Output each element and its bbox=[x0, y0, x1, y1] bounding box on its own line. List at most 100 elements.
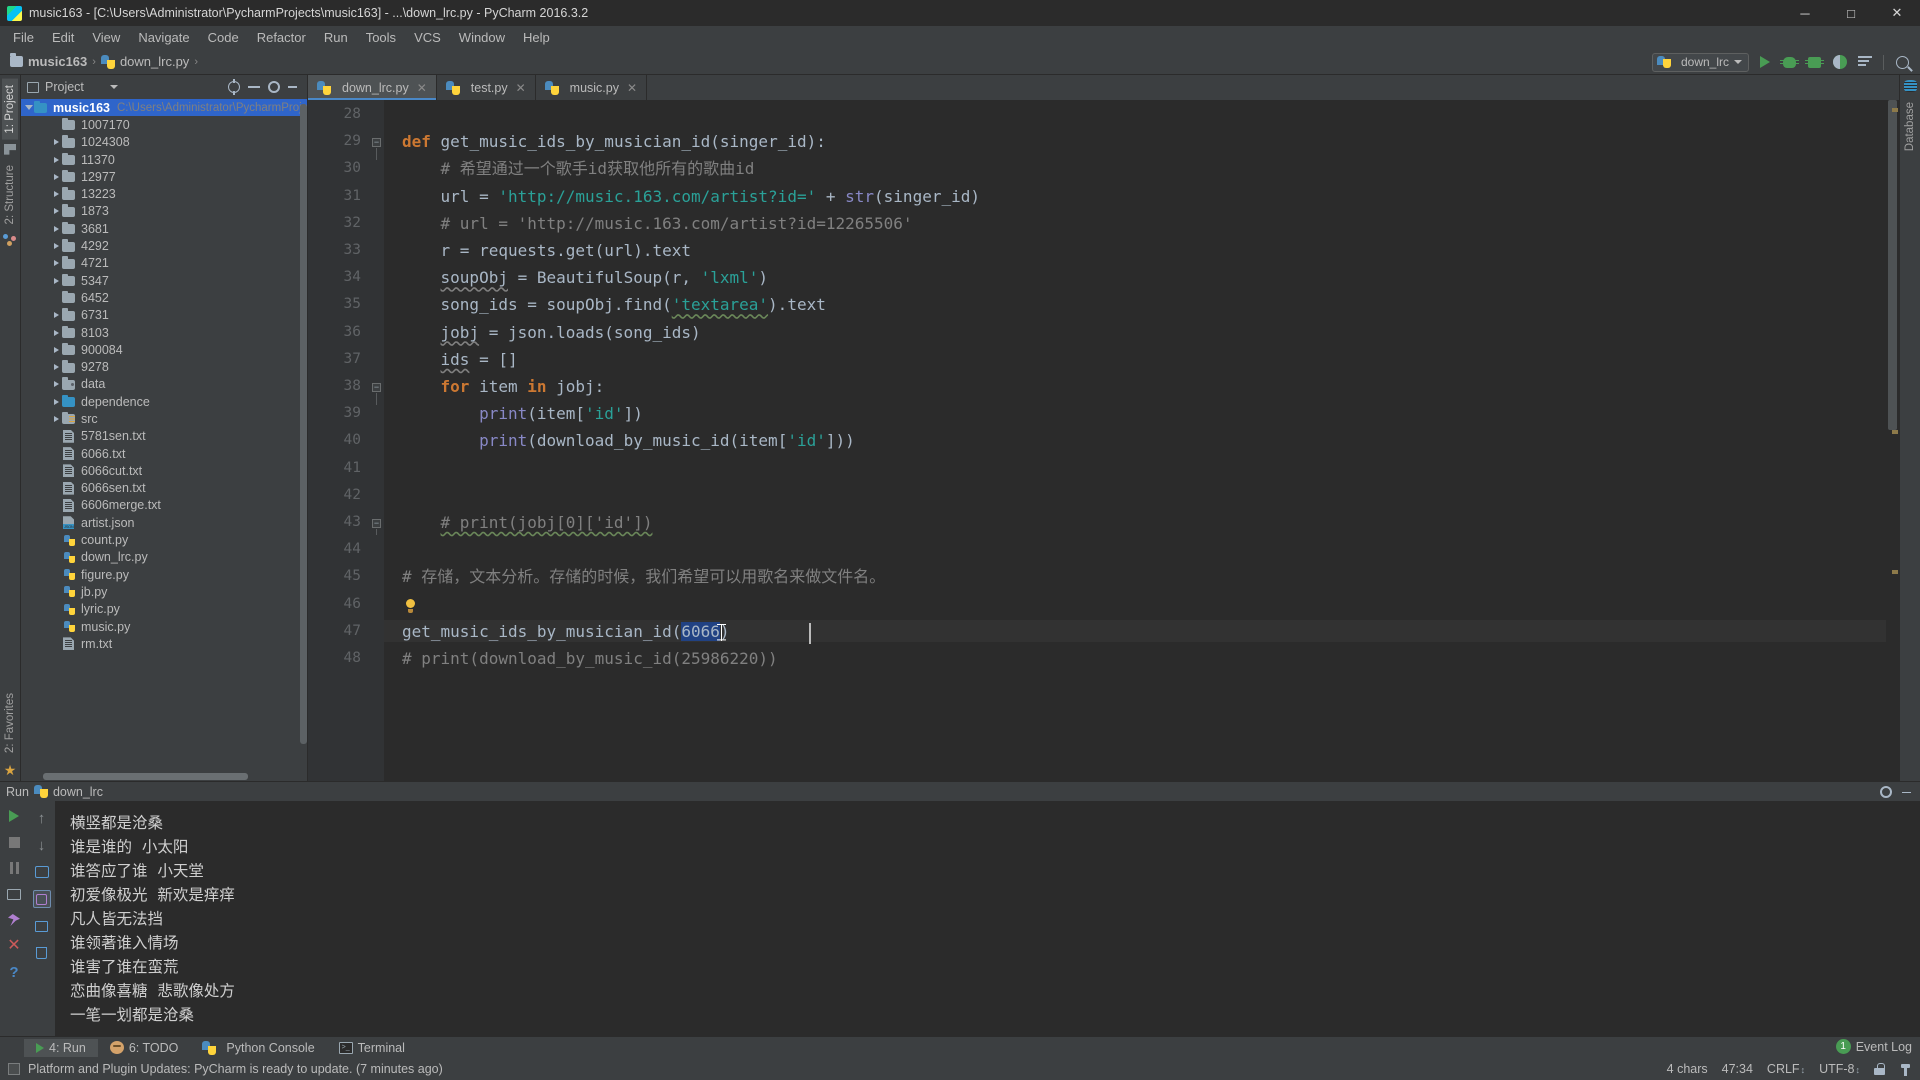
print-button[interactable] bbox=[5, 885, 23, 903]
tree-item-jb-py[interactable]: jb.py bbox=[21, 583, 307, 600]
bottom-tab-run[interactable]: 4: Run bbox=[24, 1038, 98, 1057]
sidebar-item-structure[interactable]: 2: Structure bbox=[2, 159, 18, 230]
sidebar-item-project[interactable]: 1: Project bbox=[2, 79, 18, 140]
collapse-all-icon[interactable] bbox=[248, 81, 260, 93]
code-line-34[interactable]: soupObj = BeautifulSoup(r, 'lxml') bbox=[402, 269, 769, 287]
expand-arrow-icon[interactable] bbox=[51, 173, 62, 180]
project-tree-vertical-scrollbar[interactable] bbox=[300, 104, 307, 744]
tab-test-py[interactable]: test.py ✕ bbox=[437, 75, 536, 100]
lock-icon[interactable] bbox=[1874, 1063, 1885, 1075]
tree-item-6452[interactable]: 6452 bbox=[21, 289, 307, 306]
run-button[interactable] bbox=[1755, 53, 1774, 72]
code-line-39[interactable]: print(item['id']) bbox=[402, 405, 643, 423]
tree-item-6731[interactable]: 6731 bbox=[21, 307, 307, 324]
close-icon[interactable]: ✕ bbox=[516, 81, 526, 95]
menu-code[interactable]: Code bbox=[199, 28, 248, 47]
editor-vertical-scrollbar[interactable] bbox=[1886, 100, 1899, 781]
profile-button[interactable] bbox=[1830, 53, 1849, 72]
code-line-48[interactable]: # print(download_by_music_id(25986220)) bbox=[402, 650, 778, 668]
tree-item-11370[interactable]: 11370 bbox=[21, 151, 307, 168]
fold-marker-for[interactable]: − bbox=[372, 383, 381, 392]
stop-button[interactable] bbox=[5, 833, 23, 851]
event-log-label[interactable]: Event Log bbox=[1856, 1040, 1912, 1054]
code-line-33[interactable]: r = requests.get(url).text bbox=[402, 242, 691, 260]
search-everywhere-icon[interactable] bbox=[1893, 53, 1912, 72]
tree-root-music163[interactable]: music163 C:\Users\Administrator\PycharmP… bbox=[21, 99, 307, 117]
editor-fold-bar[interactable]: − − − bbox=[370, 100, 384, 781]
expand-arrow-icon[interactable] bbox=[51, 260, 62, 267]
status-encoding[interactable]: UTF-8↕ bbox=[1819, 1062, 1860, 1076]
maximize-button[interactable]: □ bbox=[1828, 0, 1874, 26]
debug-button[interactable] bbox=[1780, 53, 1799, 72]
close-button[interactable]: ✕ bbox=[5, 937, 23, 955]
close-button[interactable]: ✕ bbox=[1874, 0, 1920, 26]
breadcrumb-project[interactable]: music163 bbox=[28, 54, 87, 69]
print-icon[interactable] bbox=[33, 917, 51, 935]
tree-item-6066sen-txt[interactable]: 6066sen.txt bbox=[21, 480, 307, 497]
sidebar-item-favorites[interactable]: 2: Favorites bbox=[2, 687, 18, 759]
menu-view[interactable]: View bbox=[83, 28, 129, 47]
code-line-40[interactable]: print(download_by_music_id(item['id'])) bbox=[402, 432, 855, 450]
expand-arrow-icon[interactable] bbox=[51, 398, 62, 405]
close-icon[interactable]: ✕ bbox=[627, 81, 637, 95]
fold-marker-43[interactable]: − bbox=[372, 519, 381, 528]
code-line-35[interactable]: song_ids = soupObj.find('textarea').text bbox=[402, 296, 826, 314]
tree-item-5781sen-txt[interactable]: 5781sen.txt bbox=[21, 428, 307, 445]
project-tree-horizontal-scrollbar[interactable] bbox=[43, 773, 248, 780]
status-caret-position[interactable]: 47:34 bbox=[1722, 1062, 1753, 1076]
menu-window[interactable]: Window bbox=[450, 28, 514, 47]
tree-item-down-lrc-py[interactable]: down_lrc.py bbox=[21, 549, 307, 566]
scroll-up-icon[interactable]: ↑ bbox=[33, 809, 51, 827]
editor-gutter[interactable]: 28 29 30 31 32 33 34 35 36 37 38 39 40 41 42 43 44 45 46 47… bbox=[308, 100, 370, 781]
bottom-tab-todo[interactable]: 6: TODO bbox=[98, 1039, 191, 1057]
scroll-from-source-icon[interactable] bbox=[228, 79, 240, 95]
stack-button[interactable] bbox=[1855, 53, 1874, 72]
expand-arrow-icon[interactable] bbox=[51, 225, 62, 232]
code-editor[interactable]: def get_music_ids_by_musician_id(singer_… bbox=[384, 100, 1886, 781]
tree-item-rm-txt[interactable]: rm.txt bbox=[21, 635, 307, 652]
menu-file[interactable]: File bbox=[4, 28, 43, 47]
expand-arrow-icon[interactable] bbox=[51, 191, 62, 198]
console-output[interactable]: 一笔一划都是沧桑横竖都是沧桑谁是谁的 小太阳谁答应了谁 小天堂初爱像极光 新欢是… bbox=[56, 801, 1920, 1036]
status-checkbox[interactable] bbox=[8, 1063, 20, 1075]
expand-arrow-icon[interactable] bbox=[23, 105, 34, 111]
expand-arrow-icon[interactable] bbox=[51, 156, 62, 163]
tree-item-6066-txt[interactable]: 6066.txt bbox=[21, 445, 307, 462]
expand-arrow-icon[interactable] bbox=[51, 243, 62, 250]
menu-tools[interactable]: Tools bbox=[357, 28, 405, 47]
tree-item-artist-json[interactable]: artist.json bbox=[21, 514, 307, 531]
breadcrumb-file[interactable]: down_lrc.py bbox=[120, 54, 189, 69]
gear-icon[interactable] bbox=[1880, 785, 1892, 798]
tree-item-dependence[interactable]: dependence bbox=[21, 393, 307, 410]
expand-arrow-icon[interactable] bbox=[51, 312, 62, 319]
menu-refactor[interactable]: Refactor bbox=[248, 28, 315, 47]
code-line-36[interactable]: jobj = json.loads(song_ids) bbox=[402, 323, 701, 342]
tab-music-py[interactable]: music.py ✕ bbox=[536, 75, 648, 100]
menu-edit[interactable]: Edit bbox=[43, 28, 83, 47]
soft-wrap-icon[interactable] bbox=[33, 863, 51, 881]
run-configuration-selector[interactable]: down_lrc bbox=[1651, 52, 1749, 72]
expand-arrow-icon[interactable] bbox=[51, 381, 62, 388]
tree-item-13223[interactable]: 13223 bbox=[21, 185, 307, 202]
tree-item-8103[interactable]: 8103 bbox=[21, 324, 307, 341]
intention-lightbulb-icon[interactable] bbox=[404, 598, 417, 614]
scroll-down-icon[interactable]: ↓ bbox=[33, 836, 51, 854]
code-line-31[interactable]: url = 'http://music.163.com/artist?id=' … bbox=[402, 187, 980, 206]
minimize-button[interactable]: ─ bbox=[1782, 0, 1828, 26]
tree-item-lyric-py[interactable]: lyric.py bbox=[21, 601, 307, 618]
code-line-45[interactable]: # 存储，文本分析。存储的时候，我们希望可以用歌名来做文件名。 bbox=[402, 568, 885, 586]
menu-navigate[interactable]: Navigate bbox=[129, 28, 198, 47]
tree-item-6066cut-txt[interactable]: 6066cut.txt bbox=[21, 462, 307, 479]
hide-panel-icon[interactable] bbox=[1902, 786, 1914, 798]
code-line-37[interactable]: ids = [] bbox=[402, 350, 518, 369]
tree-item-figure-py[interactable]: figure.py bbox=[21, 566, 307, 583]
fold-marker-def[interactable]: − bbox=[372, 138, 381, 148]
code-line-32[interactable]: # url = 'http://music.163.com/artist?id=… bbox=[402, 214, 913, 233]
expand-arrow-icon[interactable] bbox=[51, 277, 62, 284]
coverage-button[interactable] bbox=[1805, 53, 1824, 72]
trash-icon[interactable] bbox=[33, 944, 51, 962]
tree-item-data[interactable]: data bbox=[21, 376, 307, 393]
expand-arrow-icon[interactable] bbox=[51, 364, 62, 371]
help-button[interactable]: ? bbox=[5, 963, 23, 981]
event-log-widget[interactable]: 1 Event Log bbox=[1835, 1039, 1912, 1054]
